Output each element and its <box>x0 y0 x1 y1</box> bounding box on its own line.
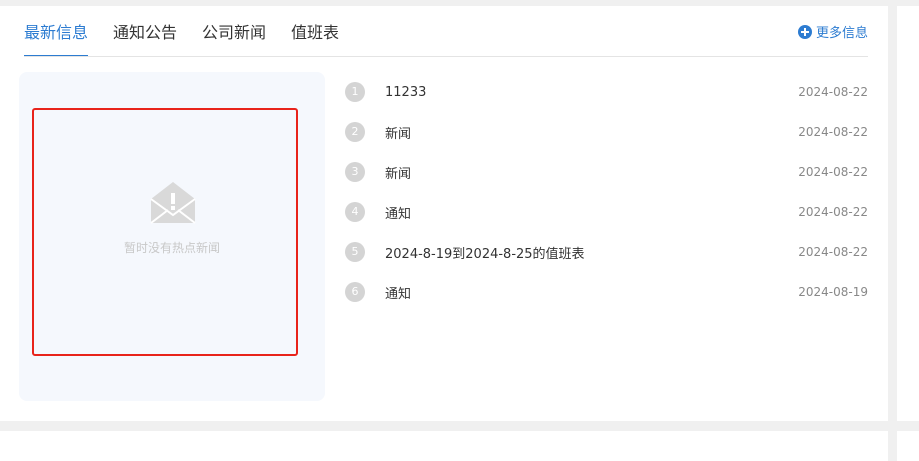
tab-latest-info[interactable]: 最新信息 <box>24 22 89 57</box>
index-badge: 3 <box>345 162 365 182</box>
plus-circle-icon <box>797 24 812 39</box>
list-item[interactable]: 5 2024-8-19到2024-8-25的值班表 2024-08-22 <box>345 232 868 272</box>
list-item[interactable]: 2 新闻 2024-08-22 <box>345 112 868 152</box>
news-title[interactable]: 2024-8-19到2024-8-25的值班表 <box>385 243 798 262</box>
news-title[interactable]: 新闻 <box>385 123 798 142</box>
tab-bar: 最新信息 通知公告 公司新闻 值班表 <box>24 6 364 57</box>
index-badge: 5 <box>345 242 365 262</box>
news-date: 2024-08-22 <box>798 165 868 179</box>
news-date: 2024-08-22 <box>798 85 868 99</box>
list-item[interactable]: 1 11233 2024-08-22 <box>345 72 868 112</box>
news-list: 1 11233 2024-08-22 2 新闻 2024-08-22 3 新闻 … <box>345 72 868 312</box>
news-date: 2024-08-19 <box>798 285 868 299</box>
index-badge: 2 <box>345 122 365 142</box>
empty-hot-news-text: 暂时没有热点新闻 <box>123 241 220 255</box>
news-card: 最新信息 通知公告 公司新闻 值班表 更多信息 暂时没有热点新闻 1 11233… <box>0 6 888 421</box>
empty-mail-icon <box>150 182 196 224</box>
news-title[interactable]: 通知 <box>385 203 798 222</box>
adjacent-card <box>897 6 919 421</box>
next-section-card <box>0 431 888 461</box>
list-item[interactable]: 4 通知 2024-08-22 <box>345 192 868 232</box>
news-title[interactable]: 新闻 <box>385 163 798 182</box>
tab-divider <box>24 56 868 57</box>
more-info-label: 更多信息 <box>815 26 868 41</box>
news-date: 2024-08-22 <box>798 245 868 259</box>
index-badge: 1 <box>345 82 365 102</box>
tab-notices[interactable]: 通知公告 <box>113 22 177 56</box>
tab-company-news[interactable]: 公司新闻 <box>202 22 266 56</box>
news-title[interactable]: 11233 <box>385 85 798 100</box>
tab-duty-roster[interactable]: 值班表 <box>291 22 339 56</box>
highlight-box <box>32 108 298 356</box>
index-badge: 4 <box>345 202 365 222</box>
news-date: 2024-08-22 <box>798 205 868 219</box>
index-badge: 6 <box>345 282 365 302</box>
news-title[interactable]: 通知 <box>385 283 798 302</box>
list-item[interactable]: 3 新闻 2024-08-22 <box>345 152 868 192</box>
next-adjacent-card <box>897 431 919 461</box>
news-date: 2024-08-22 <box>798 125 868 139</box>
list-item[interactable]: 6 通知 2024-08-19 <box>345 272 868 312</box>
more-info-link[interactable]: 更多信息 <box>797 22 868 41</box>
